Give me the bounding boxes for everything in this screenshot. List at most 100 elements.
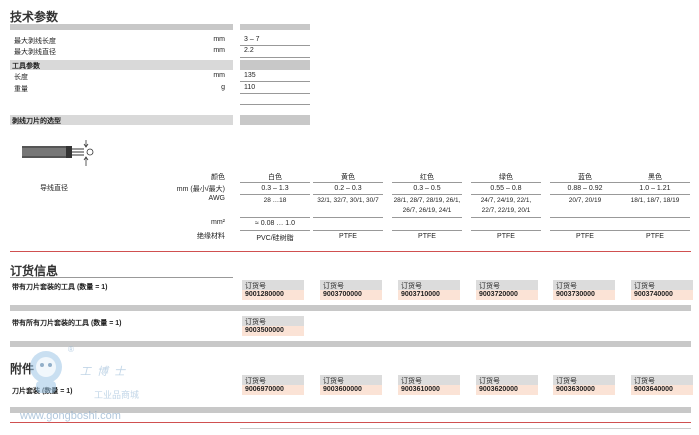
order-number-label: 订货号	[631, 280, 693, 290]
divider	[392, 230, 462, 231]
divider	[240, 194, 310, 195]
blade-awg-line: 24/7, 24/19, 22/1,	[480, 197, 532, 204]
blade-mm-range: 1.0 – 1.21	[639, 185, 671, 192]
divider	[313, 230, 383, 231]
divider	[392, 217, 462, 218]
order-cell: 订货号 9003620000	[476, 375, 538, 395]
tool-row-label: 重量	[14, 86, 28, 93]
tech-row-value: 2.2	[244, 47, 254, 54]
divider	[240, 230, 310, 231]
blade-select-bar	[240, 115, 310, 125]
order-row1-bar	[10, 305, 691, 311]
blade-color: 黑色	[648, 174, 662, 181]
blade-awg-line: 18/1, 18/7, 18/19	[630, 197, 680, 204]
mascot-logo-icon	[30, 351, 62, 393]
divider	[240, 93, 310, 94]
order-number: 9003500000	[242, 326, 304, 336]
blade-color: 绿色	[499, 174, 513, 181]
blade-row-label-mm: mm (最小/最大)	[176, 186, 225, 193]
order-number-label: 订货号	[631, 375, 693, 385]
order-number-label: 订货号	[476, 280, 538, 290]
divider	[620, 230, 690, 231]
order-number: 9003610000	[398, 385, 460, 395]
order-cell: 订货号 9003720000	[476, 280, 538, 300]
watermark-url: www.gongboshi.com	[20, 410, 121, 422]
tech-title-bar	[10, 24, 233, 30]
order-number: 9001280000	[242, 290, 304, 300]
order-row2-label: 带有所有刀片套装的工具 (数量 = 1)	[12, 320, 122, 327]
divider	[471, 182, 541, 183]
order-cell: 订货号 9003710000	[398, 280, 460, 300]
tech-row-label: 最大剥线长度	[14, 38, 56, 45]
order-number: 9003740000	[631, 290, 693, 300]
order-row1-label: 带有刀片套装的工具 (数量 = 1)	[12, 284, 108, 291]
blade-awg-line: 22/7, 22/19, 20/1	[481, 207, 531, 214]
order-cell: 订货号 9006970000	[242, 375, 304, 395]
blade-mm-range: 0.2 – 0.3	[334, 185, 362, 192]
order-number: 9003720000	[476, 290, 538, 300]
order-rule	[10, 251, 691, 252]
tech-title: 技术参数	[10, 10, 59, 24]
order-number-label: 订货号	[553, 375, 615, 385]
blade-awg-line: 28 …18	[263, 197, 287, 204]
order-number: 9003620000	[476, 385, 538, 395]
wire-diameter-label: 导线直径	[40, 185, 68, 192]
tech-value-bar	[240, 24, 310, 30]
tech-row-label: 最大剥线直径	[14, 49, 56, 56]
blade-color: 蓝色	[578, 174, 592, 181]
tool-row-value: 135	[244, 72, 256, 79]
order-number-label: 订货号	[242, 375, 304, 385]
tool-row-unit: g	[221, 84, 225, 91]
tool-params-bar	[240, 60, 310, 70]
order-number: 9003700000	[320, 290, 382, 300]
blade-mm-range: 0.55 – 0.8	[490, 185, 522, 192]
blade-insulation: PVC/硅树脂	[256, 235, 294, 242]
order-cell: 订货号 9003740000	[631, 280, 693, 300]
bottom-rule	[10, 422, 691, 423]
blade-mm-range: 0.3 – 1.3	[261, 185, 289, 192]
blade-row-label-insulation: 绝缘材料	[197, 233, 225, 240]
order-number: 9003640000	[631, 385, 693, 395]
tech-row-value: 3 – 7	[244, 36, 260, 43]
blade-awg-line: 28/1, 28/7, 28/19, 26/1,	[393, 197, 461, 204]
blade-color: 黄色	[341, 174, 355, 181]
divider	[240, 57, 310, 58]
divider	[240, 104, 310, 105]
blade-row-label-color: 颜色	[211, 174, 225, 181]
order-number: 9006970000	[242, 385, 304, 395]
blade-mm-range: 0.3 – 0.5	[413, 185, 441, 192]
divider	[550, 217, 620, 218]
order-cell: 订货号 9003640000	[631, 375, 693, 395]
blade-awg-line: 20/7, 20/19	[568, 197, 602, 204]
divider	[313, 217, 383, 218]
order-cell: 订货号 9003700000	[320, 280, 382, 300]
order-number: 9003630000	[553, 385, 615, 395]
blade-awg-line: 26/7, 26/19, 24/1	[402, 207, 452, 214]
order-row2-bar	[10, 341, 691, 347]
tool-row-label: 长度	[14, 74, 28, 81]
divider	[620, 182, 690, 183]
blade-select-head: 剥线刀片的选型	[10, 115, 233, 125]
blade-insulation: PTFE	[497, 233, 515, 240]
blade-row-label-awg: AWG	[208, 195, 225, 202]
divider	[550, 194, 620, 195]
order-number: 9003600000	[320, 385, 382, 395]
order-number-label: 订货号	[476, 375, 538, 385]
order-number-label: 订货号	[398, 375, 460, 385]
divider	[240, 45, 310, 46]
order-underline	[10, 277, 233, 278]
divider	[313, 182, 383, 183]
tool-row-unit: mm	[213, 72, 225, 79]
blade-insulation: PTFE	[646, 233, 664, 240]
divider	[620, 217, 690, 218]
blade-insulation: PTFE	[576, 233, 594, 240]
order-number-label: 订货号	[242, 280, 304, 290]
blade-color: 红色	[420, 174, 434, 181]
order-number: 9003730000	[553, 290, 615, 300]
divider	[550, 230, 620, 231]
divider	[392, 194, 462, 195]
blade-mm2: ≈ 0.08 … 1.0	[254, 220, 296, 227]
blade-awg-line: 32/1, 32/7, 30/1, 30/7	[317, 197, 379, 204]
watermark-sub: 工业品商城	[94, 390, 140, 400]
divider	[620, 194, 690, 195]
